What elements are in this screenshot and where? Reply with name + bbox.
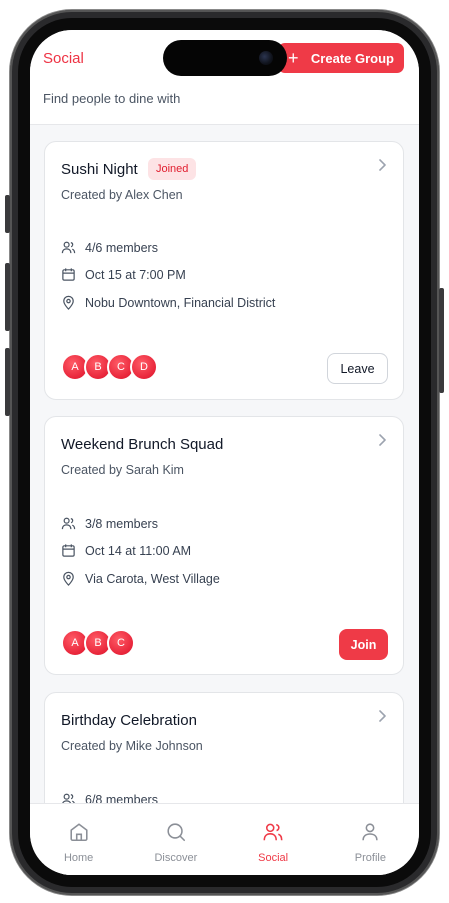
members-info: 3/8 members — [61, 516, 158, 531]
page-subtitle: Find people to dine with — [43, 91, 181, 106]
user-icon — [362, 823, 379, 841]
dynamic-island — [163, 40, 287, 76]
location-info: Via Carota, West Village — [61, 571, 220, 586]
chevron-right-icon[interactable] — [375, 433, 389, 447]
group-card-weekend-brunch[interactable]: Weekend Brunch Squad Created by Sarah Ki… — [44, 416, 404, 675]
member-avatars: A B C — [61, 629, 135, 657]
leave-button[interactable]: Leave — [327, 353, 388, 384]
datetime-info: Oct 15 at 7:00 PM — [61, 267, 186, 282]
group-name: Sushi Night — [61, 161, 138, 178]
create-group-button[interactable]: + Create Group — [278, 43, 404, 73]
members-count: 4/6 members — [85, 240, 158, 255]
join-button[interactable]: Join — [339, 629, 388, 660]
nav-label: Discover — [154, 852, 198, 864]
chevron-right-icon[interactable] — [375, 158, 389, 172]
users-icon — [61, 517, 76, 530]
volume-up-button — [5, 263, 10, 331]
camera-icon — [259, 51, 273, 65]
members-info: 4/6 members — [61, 240, 158, 255]
users-icon — [263, 823, 283, 841]
members-count: 3/8 members — [85, 516, 158, 531]
nav-label: Social — [258, 852, 289, 864]
event-location: Via Carota, West Village — [85, 571, 220, 586]
volume-down-button — [5, 348, 10, 416]
avatar: D — [130, 353, 158, 381]
app-screen: Social + Create Group Find people to din… — [30, 30, 419, 875]
member-avatars: A B C D — [61, 353, 158, 381]
nav-item-profile[interactable]: Profile — [322, 804, 419, 875]
map-pin-icon — [63, 571, 74, 586]
group-name: Birthday Celebration — [61, 712, 197, 729]
create-group-label: Create Group — [310, 50, 394, 66]
group-creator: Created by Alex Chen — [61, 188, 183, 202]
datetime-info: Oct 14 at 11:00 AM — [61, 543, 191, 558]
bottom-nav: Home Discover Social Profile — [30, 803, 419, 875]
nav-item-discover[interactable]: Discover — [127, 804, 224, 875]
calendar-icon — [62, 544, 75, 557]
group-card-sushi-night[interactable]: Sushi Night Joined Created by Alex Chen … — [44, 141, 404, 400]
event-datetime: Oct 15 at 7:00 PM — [85, 267, 186, 282]
page-title: Social — [43, 50, 84, 67]
group-creator: Created by Sarah Kim — [61, 463, 184, 477]
users-icon — [61, 241, 76, 254]
action-button — [5, 195, 10, 233]
home-icon — [70, 823, 88, 842]
location-info: Nobu Downtown, Financial District — [61, 295, 275, 310]
calendar-icon — [62, 268, 75, 281]
map-pin-icon — [63, 295, 74, 310]
group-name: Weekend Brunch Squad — [61, 436, 224, 453]
joined-badge: Joined — [148, 158, 197, 180]
chevron-right-icon[interactable] — [375, 709, 389, 723]
nav-item-home[interactable]: Home — [30, 804, 127, 875]
nav-label: Home — [63, 852, 94, 864]
search-icon — [167, 823, 185, 842]
power-button — [439, 288, 444, 393]
plus-icon: + — [288, 48, 299, 68]
nav-label: Profile — [354, 852, 386, 864]
event-datetime: Oct 14 at 11:00 AM — [85, 543, 192, 558]
event-location: Nobu Downtown, Financial District — [85, 295, 276, 310]
avatar: C — [107, 629, 135, 657]
nav-item-social[interactable]: Social — [225, 804, 322, 875]
group-creator: Created by Mike Johnson — [61, 739, 203, 753]
